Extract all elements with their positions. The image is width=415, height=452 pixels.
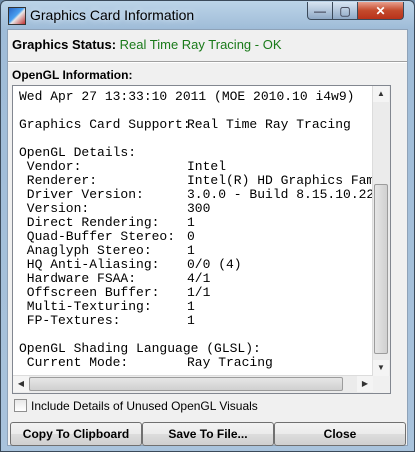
opengl-info-line: Wed Apr 27 13:33:10 2011 (MOE 2010.10 i4… (19, 89, 354, 104)
opengl-info-value: 300 (187, 201, 211, 216)
opengl-info-line: Hardware FSAA: 4/1 (19, 271, 211, 286)
opengl-info-key: OpenGL Details: (19, 145, 137, 160)
vertical-scrollbar[interactable]: ▲ ▼ (372, 86, 390, 376)
graphics-status-label: Graphics Status: (12, 37, 117, 52)
opengl-info-value: 4/1 (187, 271, 211, 286)
scrollbar-corner (373, 376, 390, 393)
opengl-info-value: Ray Tracing (187, 355, 273, 370)
opengl-info-value: 1 (187, 215, 195, 230)
opengl-info-key: HQ Anti-Aliasing: (19, 257, 160, 272)
scroll-right-icon[interactable]: ▶ (357, 376, 373, 392)
opengl-info-key: Version: (19, 201, 90, 216)
copy-to-clipboard-button[interactable]: Copy To Clipboard (10, 422, 142, 446)
window-title: Graphics Card Information (30, 7, 195, 23)
opengl-info-line: Renderer: Intel(R) HD Graphics Family (19, 173, 373, 188)
opengl-info-value: 1 (187, 313, 195, 328)
horizontal-scroll-thumb[interactable] (29, 377, 343, 391)
opengl-info-textbox[interactable]: Wed Apr 27 13:33:10 2011 (MOE 2010.10 i4… (12, 85, 391, 394)
graphics-card-info-window: Graphics Card Information — ▢ ✕ Graphics… (0, 0, 415, 452)
opengl-info-value: Real Time Ray Tracing (187, 117, 351, 132)
opengl-info-key: Vendor: (19, 159, 82, 174)
opengl-info-value: 0 (187, 229, 195, 244)
opengl-info-line: Graphics Card Support: Real Time Ray Trac… (19, 117, 351, 132)
opengl-info-line: Current Mode: Ray Tracing (19, 355, 273, 370)
opengl-info-line: Direct Rendering: 1 (19, 215, 195, 230)
include-unused-checkbox[interactable] (14, 399, 27, 412)
opengl-info-line: HQ Anti-Aliasing: 0/0 (4) (19, 257, 242, 272)
include-unused-row[interactable]: Include Details of Unused OpenGL Visuals (14, 399, 258, 413)
opengl-info-key: Hardware FSAA: (19, 271, 137, 286)
close-window-button[interactable]: ✕ (357, 2, 404, 20)
opengl-info-line: Anaglyph Stereo: 1 (19, 243, 195, 258)
opengl-info-line: Driver Version: 3.0.0 - Build 8.15.10.226… (19, 187, 373, 202)
opengl-info-key: Driver Version: (19, 187, 144, 202)
app-icon (8, 7, 26, 25)
opengl-info-key: Quad-Buffer Stereo: (19, 229, 176, 244)
maximize-button[interactable]: ▢ (332, 2, 358, 20)
separator (8, 61, 407, 63)
opengl-info-line: Offscreen Buffer: 1/1 (19, 285, 211, 300)
opengl-info-label: OpenGL Information: (12, 68, 133, 82)
opengl-info-key: Anaglyph Stereo: (19, 243, 152, 258)
opengl-info-line: Vendor: Intel (19, 159, 226, 174)
opengl-info-value: 1 (187, 299, 195, 314)
opengl-info-value: 1/1 (187, 285, 211, 300)
graphics-status-value: Real Time Ray Tracing - OK (119, 37, 282, 52)
title-bar[interactable]: Graphics Card Information — ▢ ✕ (1, 1, 414, 29)
opengl-info-value: Intel(R) HD Graphics Family (187, 173, 373, 188)
minimize-button[interactable]: — (307, 2, 333, 20)
opengl-info-key: Direct Rendering: (19, 215, 160, 230)
opengl-info-text[interactable]: Wed Apr 27 13:33:10 2011 (MOE 2010.10 i4… (13, 86, 373, 376)
close-button[interactable]: Close (274, 422, 406, 446)
opengl-info-line: Version: 300 (19, 201, 211, 216)
opengl-info-value: Intel (187, 159, 227, 174)
dialog-body: Graphics Status: Real Time Ray Tracing -… (7, 29, 408, 446)
opengl-info-key: Offscreen Buffer: (19, 285, 160, 300)
scroll-left-icon[interactable]: ◀ (13, 376, 29, 392)
opengl-info-value: 3.0.0 - Build 8.15.10.2266 (187, 187, 373, 202)
opengl-info-line: OpenGL Shading Language (GLSL): (19, 341, 261, 356)
opengl-info-value: 1 (187, 243, 195, 258)
graphics-status-row: Graphics Status: Real Time Ray Tracing -… (12, 37, 281, 52)
opengl-info-key: Graphics Card Support: (19, 117, 191, 132)
opengl-info-key: OpenGL Shading Language (GLSL): (19, 341, 261, 356)
opengl-info-key: Renderer: (19, 173, 98, 188)
opengl-info-key: Current Mode: (19, 355, 129, 370)
opengl-info-key: Multi-Texturing: (19, 299, 152, 314)
horizontal-scrollbar[interactable]: ◀ ▶ (13, 375, 373, 393)
include-unused-label[interactable]: Include Details of Unused OpenGL Visuals (31, 399, 258, 413)
opengl-info-key: FP-Textures: (19, 313, 121, 328)
opengl-info-key: Wed Apr 27 13:33:10 2011 (MOE 2010.10 i4… (19, 89, 355, 104)
scroll-down-icon[interactable]: ▼ (373, 360, 389, 376)
scroll-up-icon[interactable]: ▲ (373, 86, 389, 102)
opengl-info-line: Quad-Buffer Stereo: 0 (19, 229, 195, 244)
opengl-info-line: Multi-Texturing: 1 (19, 299, 195, 314)
opengl-info-value: 0/0 (4) (187, 257, 242, 272)
vertical-scroll-thumb[interactable] (374, 184, 388, 354)
save-to-file-button[interactable]: Save To File... (142, 422, 274, 446)
opengl-info-line: OpenGL Details: (19, 145, 136, 160)
opengl-info-line: FP-Textures: 1 (19, 313, 195, 328)
